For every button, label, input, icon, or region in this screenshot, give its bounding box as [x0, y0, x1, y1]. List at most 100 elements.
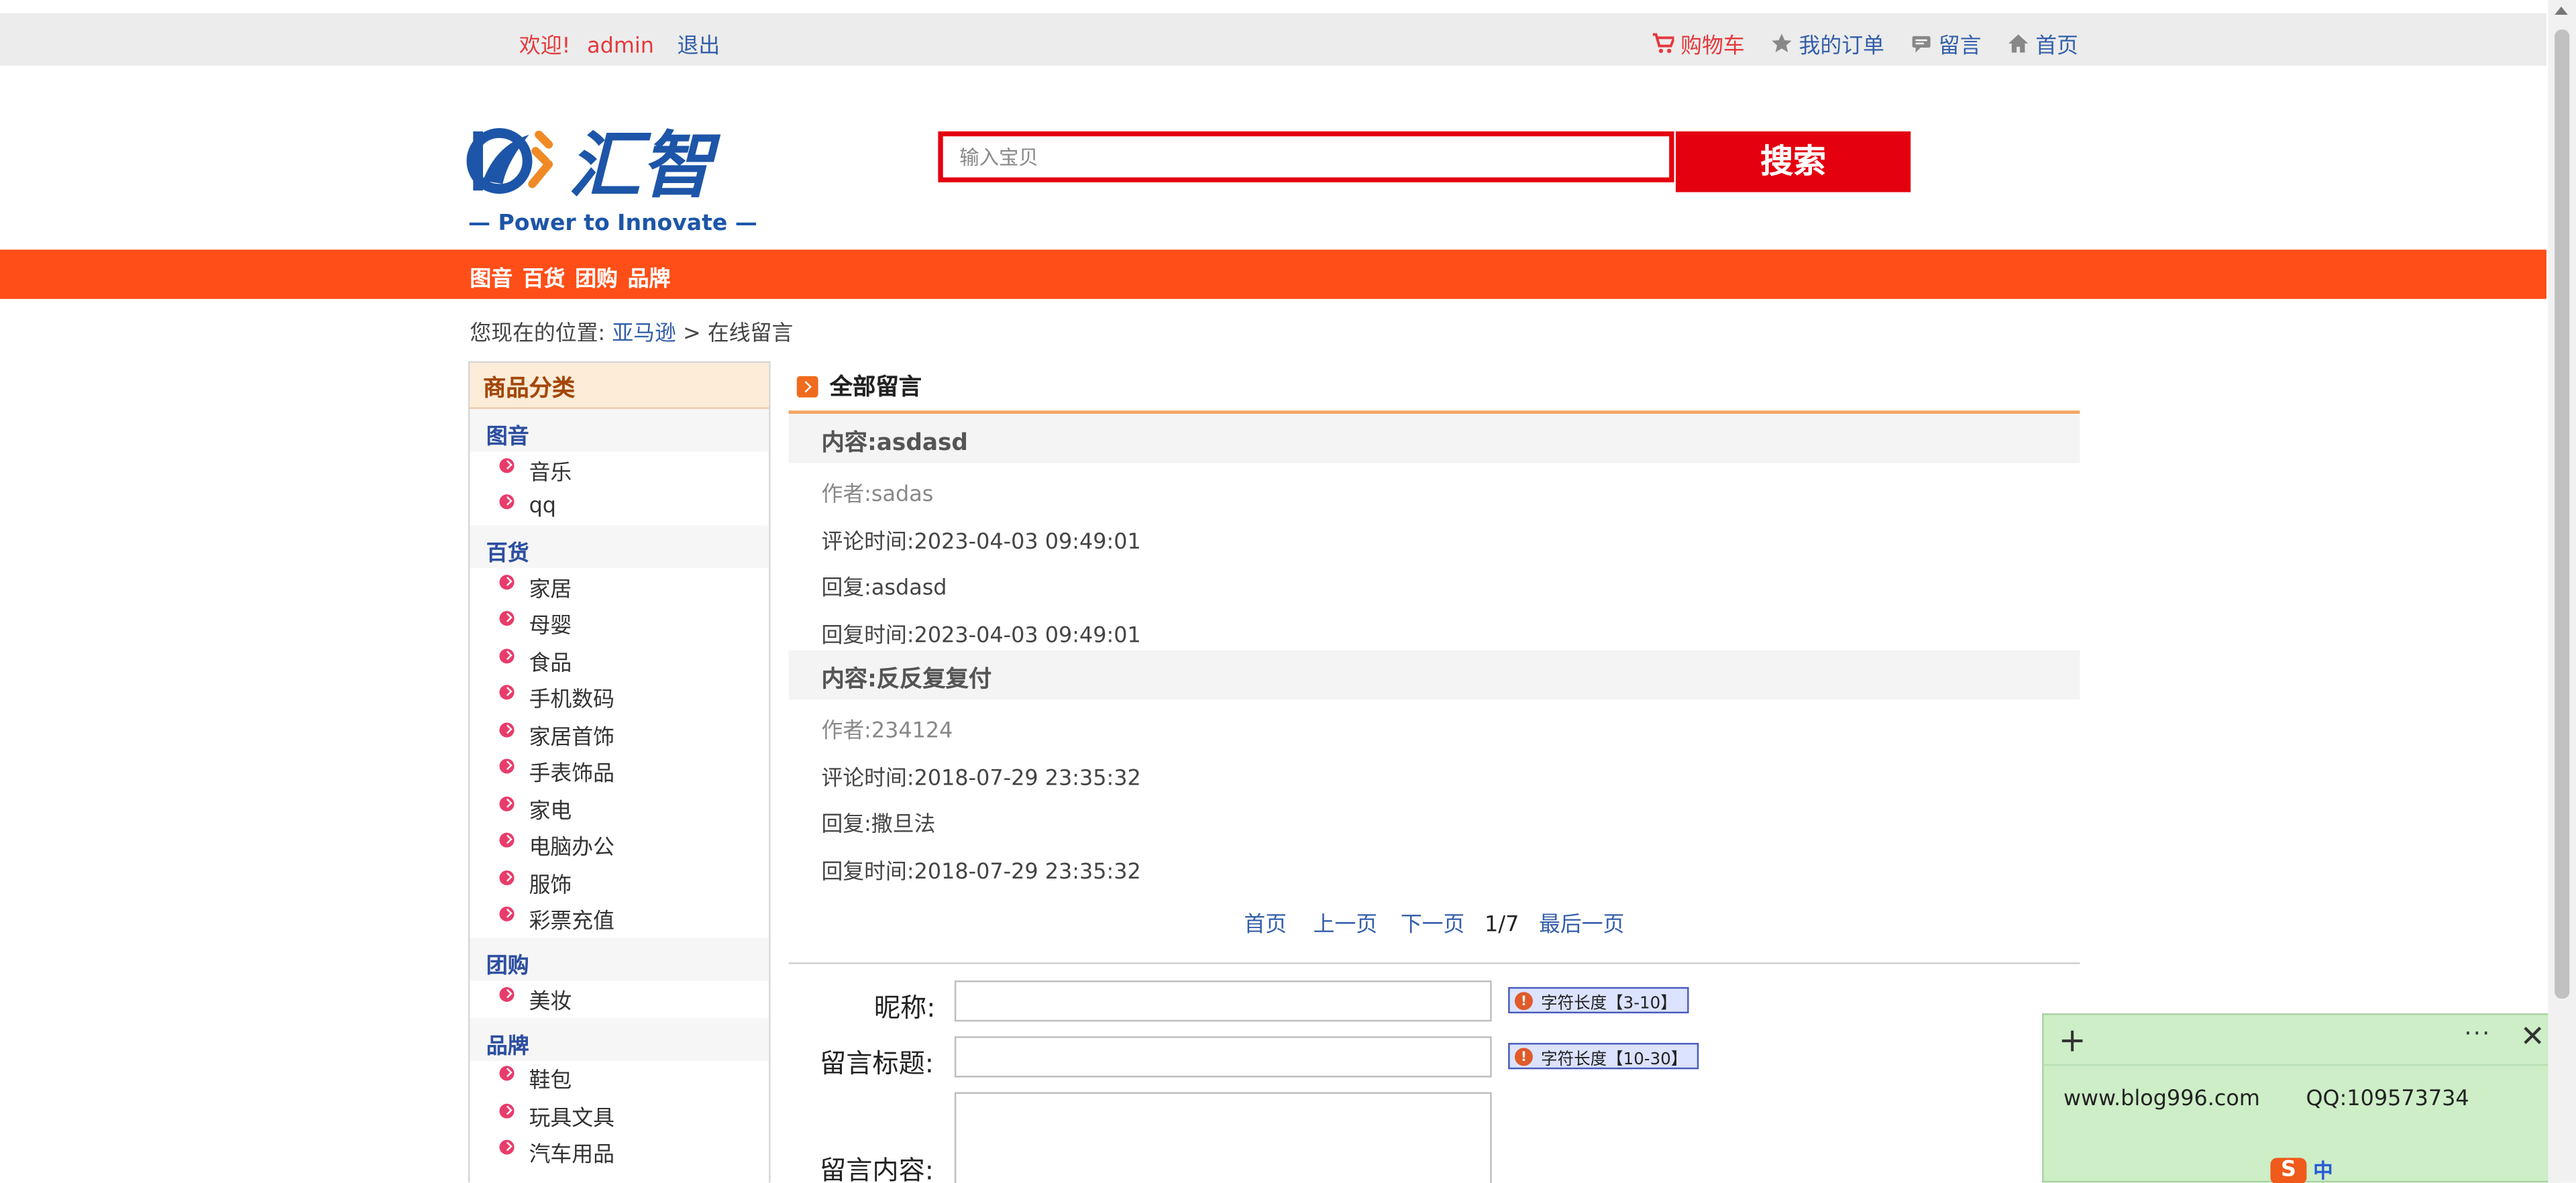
sidebar-item[interactable]: 手表饰品	[470, 753, 769, 790]
sidebar-item-label: 鞋包	[529, 1069, 572, 1094]
main-nav: 图音 百货 团购 品牌	[0, 249, 2546, 299]
message-reply-time: 回复时间:2023-04-03 09:49:01	[821, 623, 1141, 649]
add-icon[interactable]: +	[2059, 1020, 2086, 1060]
logout-link[interactable]: 退出	[678, 34, 720, 59]
page-scrollbar[interactable]	[2548, 0, 2576, 1183]
title-hint: ! 字符长度【10-30】	[1508, 1043, 1699, 1070]
sidebar-item[interactable]: 手机数码	[470, 679, 769, 716]
nav-item-general[interactable]: 百货	[523, 261, 566, 292]
bullet-arrow-icon	[499, 685, 515, 700]
panel-title: 全部留言	[788, 361, 2080, 414]
welcome-area: 欢迎! admin 退出	[519, 28, 720, 60]
welcome-text: 欢迎!	[519, 34, 571, 60]
sidebar-item-label: 家电	[529, 799, 572, 824]
comment-icon	[1912, 36, 1931, 53]
message-content: 内容:反反复复付	[788, 650, 2080, 700]
site-logo[interactable]: 汇智 — Power to Innovate —	[466, 112, 775, 237]
svg-text:— Power to Innovate —: — Power to Innovate —	[468, 209, 757, 235]
title-label: 留言标题:	[820, 1048, 934, 1079]
nickname-hint-text: 字符长度【3-10】	[1541, 994, 1677, 1013]
sidebar-item[interactable]: 鞋包	[470, 1060, 769, 1097]
my-orders-label: 我的订单	[1799, 34, 1884, 60]
sidebar-item[interactable]: 母婴	[470, 605, 769, 642]
sidebar-category[interactable]: 图音	[470, 408, 769, 452]
more-icon[interactable]: ···	[2464, 1021, 2491, 1048]
sidebar-item[interactable]: 家居首饰	[470, 716, 769, 753]
nav-item-group-buy[interactable]: 团购	[575, 261, 618, 292]
cart-link[interactable]: 购物车	[1652, 28, 1745, 59]
sidebar-item-label: 食品	[529, 651, 572, 677]
page-indicator: 1/7	[1485, 913, 1519, 938]
bullet-arrow-icon	[499, 494, 515, 510]
sidebar-item[interactable]: 电脑办公	[470, 827, 769, 864]
bullet-arrow-icon	[499, 722, 515, 737]
sidebar-item[interactable]: 音乐	[470, 451, 769, 488]
home-link[interactable]: 首页	[2008, 28, 2078, 59]
top-links: 购物车 我的订单 留言 首页	[1652, 28, 2078, 60]
message-link[interactable]: 留言	[1911, 28, 1982, 60]
message-label: 留言	[1938, 34, 1982, 60]
scroll-up-icon[interactable]	[2555, 6, 2568, 15]
sticky-note-toolbar: + ··· ✕	[2043, 1015, 2559, 1066]
message-author: 作者:sadas	[821, 483, 934, 508]
sidebar-item[interactable]: qq	[470, 489, 769, 526]
sticky-note-text[interactable]: www.blog996.com QQ:109573734	[2063, 1087, 2469, 1112]
category-sidebar: 商品分类 图音 音乐 qq 百货 家居 母婴 食品 手机数码 家居首饰 手表饰品…	[468, 361, 771, 1183]
cart-icon	[1652, 33, 1674, 54]
close-icon[interactable]: ✕	[2520, 1020, 2545, 1054]
sidebar-item[interactable]: 美妆	[470, 980, 769, 1017]
divider	[788, 962, 2080, 964]
home-icon	[2008, 34, 2029, 53]
sidebar-category[interactable]: 团购	[470, 938, 769, 981]
nickname-input[interactable]	[954, 980, 1492, 1022]
page-first-link[interactable]: 首页	[1244, 913, 1287, 938]
ime-toolbar[interactable]: S 中	[2270, 1156, 2333, 1183]
bullet-arrow-icon	[499, 833, 515, 848]
nav-item-music[interactable]: 图音	[470, 261, 513, 292]
page-last-link[interactable]: 最后一页	[1539, 913, 1624, 938]
message-content: 内容:asdasd	[788, 414, 2080, 463]
content-textarea[interactable]	[954, 1092, 1492, 1183]
title-input[interactable]	[954, 1036, 1492, 1078]
sogou-icon: S	[2270, 1158, 2307, 1183]
sidebar-item[interactable]: 家居	[470, 568, 769, 605]
sidebar-item-label: 服饰	[529, 873, 572, 898]
sidebar-item-label: 彩票充值	[529, 910, 614, 936]
message-item: 内容:asdasd 作者:sadas 评论时间:2023-04-03 09:49…	[788, 414, 2080, 651]
bullet-arrow-icon	[499, 870, 515, 885]
message-time: 评论时间:2023-04-03 09:49:01	[821, 529, 1141, 555]
sidebar-item-label: 美妆	[529, 990, 572, 1015]
breadcrumb-link[interactable]: 亚马逊	[612, 322, 676, 347]
content-label: 留言内容:	[820, 1154, 934, 1183]
nav-item-brand[interactable]: 品牌	[628, 261, 671, 292]
sidebar-item[interactable]: 彩票充值	[470, 901, 769, 938]
sidebar-item[interactable]: 服饰	[470, 864, 769, 901]
sidebar-category[interactable]: 品牌	[470, 1017, 769, 1060]
message-reply: 回复:撒旦法	[821, 813, 936, 838]
sidebar-item-label: 电脑办公	[529, 836, 614, 861]
bullet-arrow-icon	[499, 574, 515, 589]
sidebar-item-label: qq	[529, 494, 557, 520]
scrollbar-thumb[interactable]	[2555, 30, 2570, 999]
my-orders-link[interactable]: 我的订单	[1771, 28, 1884, 60]
sidebar-item[interactable]: 汽车用品	[470, 1134, 769, 1171]
bullet-arrow-icon	[499, 457, 515, 473]
nickname-hint: ! 字符长度【3-10】	[1508, 987, 1688, 1014]
breadcrumb-current: > 在线留言	[683, 322, 794, 347]
sidebar-category[interactable]: 百货	[470, 525, 769, 569]
bullet-arrow-icon	[499, 796, 515, 811]
search-button[interactable]: 搜索	[1675, 131, 1911, 192]
page-prev-link[interactable]: 上一页	[1313, 913, 1378, 938]
search-input[interactable]	[943, 136, 1670, 178]
sidebar-item[interactable]: 食品	[470, 642, 769, 679]
sidebar-item[interactable]: 家电	[470, 790, 769, 827]
arrow-right-icon	[796, 375, 818, 397]
username-link[interactable]: admin	[587, 34, 654, 59]
logo-mark-icon: 汇智 — Power to Innovate —	[466, 124, 757, 235]
ime-lang: 中	[2313, 1159, 2333, 1183]
sidebar-item-label: 手机数码	[529, 688, 614, 714]
page-next-link[interactable]: 下一页	[1401, 913, 1465, 938]
sidebar-item[interactable]: 玩具文具	[470, 1097, 769, 1134]
sidebar-item-label: 手表饰品	[529, 762, 614, 787]
breadcrumb: 您现在的位置: 亚马逊 > 在线留言	[470, 315, 793, 347]
